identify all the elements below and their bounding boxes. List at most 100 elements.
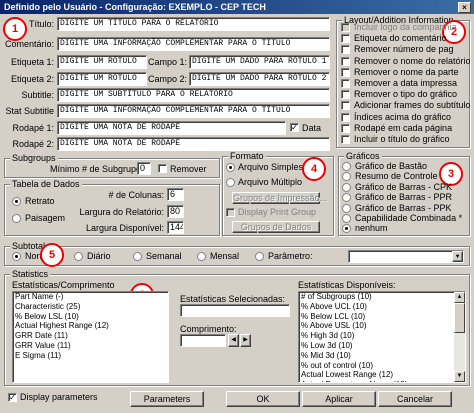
stat-subtitle-input[interactable]: DIGITE UMA INFORMAÇÃO COMPLEMENTAR PARA …	[57, 104, 330, 118]
parametro-dropdown[interactable]: ▼	[348, 250, 464, 263]
display-print-group-checkbox[interactable]	[226, 208, 235, 217]
disponivel-list-item[interactable]: # of Subgroups (10)	[299, 292, 465, 302]
grupos-impressao-button[interactable]: Grupos de Impressão...	[232, 192, 327, 204]
subtotal-parametro-radio[interactable]	[255, 252, 264, 261]
subtotal-semanal-label: Semanal	[146, 251, 182, 261]
largura-relatorio-input[interactable]: 80	[167, 205, 184, 218]
subtotal-diario-radio[interactable]	[74, 252, 83, 261]
arquivo-multiplo-radio[interactable]	[226, 178, 235, 187]
comprimento-down-icon[interactable]: ◀	[228, 334, 239, 347]
retrato-radio[interactable]	[12, 197, 21, 206]
campo1-input[interactable]: DIGITE UM DADO PARA RÓTULO 1	[189, 55, 330, 69]
estat-list-item[interactable]: GRR Value (11)	[13, 341, 168, 351]
subtotal-semanal-radio[interactable]	[133, 252, 142, 261]
estat-list-item[interactable]: Actual Highest Range (12)	[13, 321, 168, 331]
layout-option-checkbox[interactable]	[341, 45, 350, 55]
etiqueta1-label: Etiqueta 1:	[10, 57, 54, 67]
disponivel-list-item[interactable]: % out of control (10)	[299, 361, 465, 371]
ok-button[interactable]: OK	[226, 391, 300, 407]
layout-option-checkbox[interactable]	[341, 123, 350, 133]
parameters-button[interactable]: Parameters	[130, 391, 204, 407]
display-parameters-checkbox[interactable]: ✓	[8, 393, 17, 402]
estat-disponiveis-list[interactable]: # of Subgroups (10)% Above UCL (10)% Bel…	[298, 291, 466, 383]
data-label: Data	[302, 123, 322, 133]
estat-list-item[interactable]: Part Name (-)	[13, 292, 168, 302]
layout-option-checkbox[interactable]	[341, 79, 350, 88]
etiqueta1-input[interactable]: DIGITE UM RÓTULO	[57, 55, 147, 69]
subtotal-none-radio[interactable]	[12, 252, 21, 261]
rodape1-input[interactable]: DIGITE UMA NOTA DE RODAPÉ	[57, 121, 286, 135]
grupos-dados-button[interactable]: Grupos de Dados	[232, 221, 320, 233]
arquivo-simples-label: Arquivo Simples	[238, 162, 304, 172]
layout-option-label: Etiqueta do comentário	[354, 33, 447, 44]
estat-disponiveis-scrollbar[interactable]: ▲ ▼	[454, 292, 465, 382]
comprimento-up-icon[interactable]: ▶	[240, 334, 251, 347]
layout-option-checkbox[interactable]	[341, 135, 350, 144]
callout-badge-5: 5	[40, 243, 64, 267]
estat-comprimento-label: Estatísticas/Comprimento	[12, 280, 115, 290]
scroll-down-icon[interactable]: ▼	[454, 371, 465, 382]
chevron-down-icon[interactable]: ▼	[452, 251, 463, 262]
layout-option-checkbox[interactable]	[341, 67, 350, 77]
disponivel-list-item[interactable]: % Above UCL (10)	[299, 302, 465, 312]
remover-checkbox[interactable]	[158, 164, 167, 173]
grafico-label: Capabilidade Combinada *	[355, 213, 463, 223]
min-subgroups-input[interactable]: 0	[137, 162, 151, 175]
layout-option-checkbox[interactable]	[341, 56, 350, 66]
etiqueta2-input[interactable]: DIGITE UM RÓTULO	[57, 72, 147, 86]
disponivel-list-item[interactable]: % Mid 3d (10)	[299, 351, 465, 361]
disponivel-list-item[interactable]: % High 3d (10)	[299, 331, 465, 341]
estat-list-item[interactable]: % Below LSL (10)	[13, 312, 168, 322]
layout-option-checkbox[interactable]	[341, 112, 350, 122]
layout-option-label: Remover o nome da parte	[354, 66, 459, 77]
layout-option-checkbox[interactable]	[341, 23, 350, 32]
titulo-label: Título:	[28, 19, 54, 29]
rodape2-label: Rodapé 2:	[12, 139, 54, 149]
estat-list-item[interactable]: E Sigma (11)	[13, 351, 168, 361]
grafico-radio[interactable]	[342, 182, 351, 192]
disponivel-list-item[interactable]: % Below LCL (10)	[299, 312, 465, 322]
comprimento-input[interactable]	[180, 334, 226, 347]
comentario-input[interactable]: DIGITE UMA INFORMAÇÃO COMPLEMENTAR PARA …	[57, 37, 330, 51]
layout-option-checkbox[interactable]	[341, 101, 350, 111]
estat-comprimento-list[interactable]: Part Name (-) Characteristic (25)% Below …	[12, 291, 169, 383]
subtotal-parametro-label: Parâmetro:	[268, 251, 313, 261]
tabela-title: Tabela de Dados	[10, 179, 82, 189]
campo2-input[interactable]: DIGITE UM DADO PARA RÓTULO 2	[189, 72, 330, 86]
layout-option-label: Índices acima do gráfico	[354, 111, 452, 122]
cancelar-button[interactable]: Cancelar	[378, 391, 452, 407]
colunas-label: # de Colunas:	[108, 190, 164, 200]
estat-list-item[interactable]: Characteristic (25)	[13, 302, 168, 312]
subtotal-mensal-radio[interactable]	[197, 252, 206, 261]
layout-option-checkbox[interactable]	[341, 34, 350, 44]
grafico-label: Gráfico de Bastão	[355, 161, 428, 171]
disponivel-list-item[interactable]: Actual Lowest Range (12)	[299, 370, 465, 380]
disponivel-list-item[interactable]: Actual Percentage Above (12)	[299, 380, 465, 382]
titulo-input[interactable]: DIGITE UM TÍTULO PARA O RELATÓRIO	[57, 17, 330, 31]
grafico-radio[interactable]	[342, 203, 351, 213]
grafico-label: Gráfico de Barras - CPK	[355, 181, 453, 192]
estat-selecionadas-input[interactable]	[180, 304, 290, 317]
arquivo-simples-radio[interactable]	[226, 163, 235, 172]
layout-option-label: Remover o nome do relatório	[354, 55, 471, 66]
estat-disponiveis-label: Estatísticas Disponíveis:	[298, 280, 396, 290]
aplicar-button[interactable]: Aplicar	[302, 391, 376, 407]
paisagem-radio[interactable]	[12, 214, 21, 223]
largura-disponivel-input[interactable]: 144	[167, 221, 184, 234]
close-icon[interactable]: ×	[458, 2, 471, 13]
subtotal-diario-label: Diário	[87, 251, 111, 261]
disponivel-list-item[interactable]: % Above USL (10)	[299, 321, 465, 331]
grafico-radio[interactable]	[342, 162, 351, 171]
disponivel-list-item[interactable]: % Low 3d (10)	[299, 341, 465, 351]
layout-option-checkbox[interactable]	[341, 90, 350, 100]
remover-label: Remover	[170, 164, 207, 174]
scroll-up-icon[interactable]: ▲	[454, 292, 465, 303]
comentario-label: Comentário:	[4, 39, 54, 49]
scroll-thumb[interactable]	[454, 303, 465, 333]
data-checkbox[interactable]: ✓	[290, 123, 299, 132]
estat-list-item[interactable]: GRR Date (11)	[13, 331, 168, 341]
grafico-radio[interactable]	[342, 214, 351, 223]
colunas-input[interactable]: 6	[167, 188, 184, 201]
subtitle-input[interactable]: DIGITE UM SUBTÍTULO PARA O RELATÓRIO	[57, 88, 330, 102]
rodape2-input[interactable]: DIGITE UMA NOTA DE RODAPÉ	[57, 137, 330, 151]
